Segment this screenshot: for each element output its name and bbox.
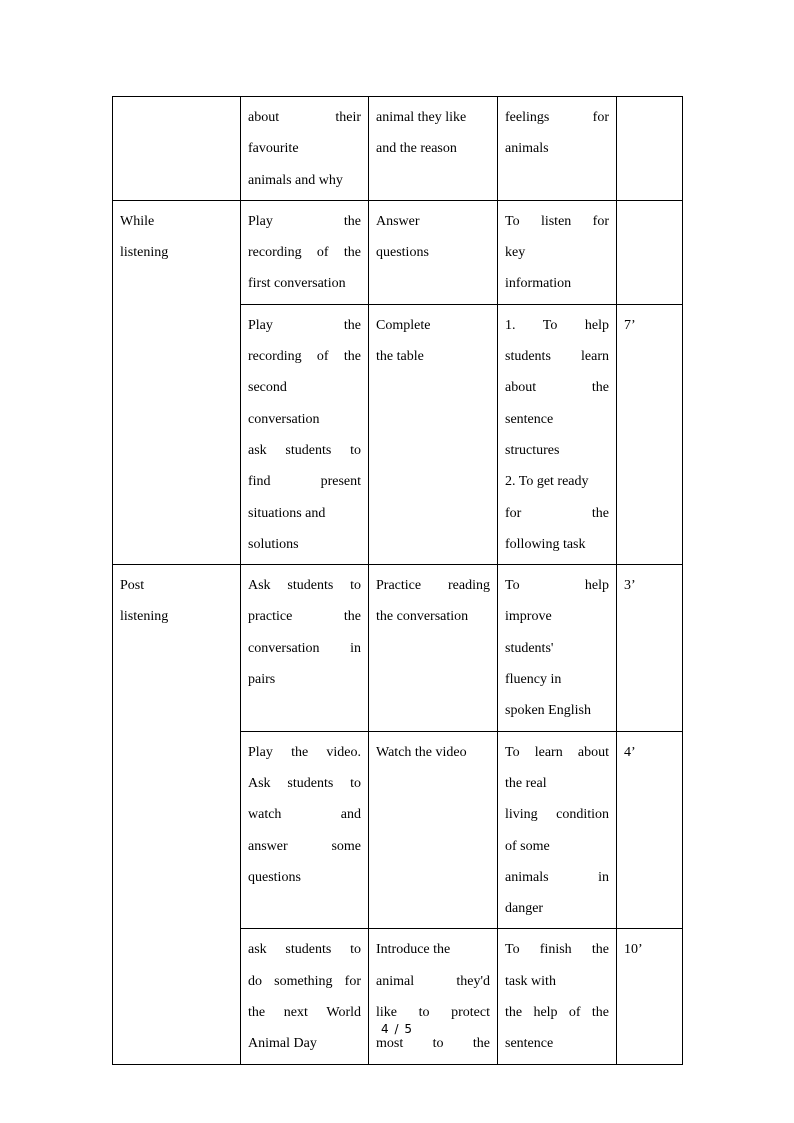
cell-text-line: questions bbox=[248, 869, 301, 885]
cell-text-line: questions bbox=[376, 245, 429, 261]
cell-text-line: listening bbox=[120, 245, 169, 261]
purpose-cell: To learn about the real living condition of… bbox=[497, 730, 617, 930]
student-activity-cell: Answer questions bbox=[368, 199, 498, 305]
cell-text-line: To help bbox=[505, 578, 609, 594]
cell-text-line: ask students to bbox=[248, 442, 361, 458]
cell-text-line: 1. To help bbox=[505, 317, 609, 333]
teacher-activity-cell: Play the recording of the first conversati… bbox=[240, 199, 369, 305]
time-cell: 7’ bbox=[616, 303, 683, 566]
teacher-activity-cell: Ask students to practice the conversation … bbox=[240, 564, 369, 732]
cell-text-line: about the bbox=[505, 380, 609, 396]
cell-text-line: structures bbox=[505, 442, 560, 458]
table-row: While listening Play the recording of the f… bbox=[112, 199, 683, 566]
teacher-activity-cell: Play the recording of the second conversati… bbox=[240, 303, 369, 566]
student-activity-cell: animal they like and the reason bbox=[368, 96, 498, 201]
purpose-cell: To listen for key information bbox=[497, 199, 617, 305]
document-page: about their favourite animals and why anim… bbox=[0, 0, 794, 1123]
time-cell bbox=[616, 199, 683, 305]
cell-text-line: for the bbox=[505, 505, 609, 521]
cell-text-line: sentence bbox=[505, 411, 554, 427]
cell-text-line: Play the bbox=[248, 317, 361, 333]
cell-text-line: the conversation bbox=[376, 609, 469, 625]
teacher-activity-cell: Play the video. Ask students to watch and a… bbox=[240, 730, 369, 930]
cell-text-line: Post bbox=[120, 578, 145, 594]
cell-text-line: the table bbox=[376, 349, 424, 365]
cell-text-line: students' bbox=[505, 640, 554, 656]
cell-text-line: Watch the video bbox=[376, 744, 467, 760]
stage-cell: Post listening bbox=[112, 564, 241, 1065]
student-activity-cell: Watch the video bbox=[368, 730, 498, 930]
cell-text-line: of some bbox=[505, 838, 550, 854]
stage-cell bbox=[112, 96, 241, 201]
cell-text-line: feelings for bbox=[505, 110, 609, 125]
cell-text-line: To learn about bbox=[505, 744, 609, 760]
teacher-activity-cell: about their favourite animals and why bbox=[240, 96, 369, 201]
student-activity-cell: Practice reading the conversation bbox=[368, 564, 498, 732]
cell-text-line: the real bbox=[505, 775, 547, 791]
purpose-cell: 1. To help students learn about the sentenc… bbox=[497, 303, 617, 566]
cell-text-line: animal they like bbox=[376, 110, 467, 125]
cell-text-line: animal they'd bbox=[376, 973, 490, 989]
time-cell: 4’ bbox=[616, 730, 683, 930]
cell-text-line: first conversation bbox=[248, 276, 346, 292]
cell-text-line: conversation bbox=[248, 411, 320, 427]
cell-text-line: solutions bbox=[248, 536, 299, 552]
cell-text-line: do something for bbox=[248, 973, 361, 989]
cell-text-line: danger bbox=[505, 901, 544, 917]
teacher-activity-cell: ask students to do something for the next … bbox=[240, 928, 369, 1065]
cell-text-line: living condition bbox=[505, 807, 609, 823]
cell-text-line: Introduce the bbox=[376, 942, 451, 958]
time-cell: 10’ bbox=[616, 928, 683, 1065]
cell-text-line: To listen for bbox=[505, 213, 609, 229]
cell-text-line: spoken English bbox=[505, 703, 591, 719]
cell-text-line: pairs bbox=[248, 672, 276, 688]
cell-text-line: second bbox=[248, 380, 287, 396]
cell-text-line: watch and bbox=[248, 807, 361, 823]
cell-text-line: task with bbox=[505, 973, 556, 989]
cell-text-line: conversation in bbox=[248, 640, 361, 656]
cell-text-line: Ask students to bbox=[248, 775, 361, 791]
time-cell bbox=[616, 96, 683, 201]
purpose-cell: To help improve students' fluency in spoken … bbox=[497, 564, 617, 732]
student-activity-cell: Complete the table bbox=[368, 303, 498, 566]
cell-text-line: following task bbox=[505, 536, 586, 552]
cell-text-line: students learn bbox=[505, 349, 609, 365]
cell-text-line: Complete bbox=[376, 317, 431, 333]
cell-text-line: Practice reading bbox=[376, 578, 490, 594]
cell-text-line: recording of the bbox=[248, 245, 361, 261]
purpose-cell: feelings for animals bbox=[497, 96, 617, 201]
cell-text-line: favourite bbox=[248, 141, 299, 157]
cell-text-line: Answer bbox=[376, 213, 420, 229]
page-number: 4 / 5 bbox=[381, 1022, 413, 1036]
cell-text-line: Play the video. bbox=[248, 744, 361, 760]
time-cell: 3’ bbox=[616, 564, 683, 732]
cell-text-line: key bbox=[505, 245, 526, 261]
student-activity-cell: Introduce the animal they'd like to protec… bbox=[368, 928, 498, 1065]
cell-text-line: listening bbox=[120, 609, 169, 625]
cell-text-line: fluency in bbox=[505, 672, 562, 688]
table-row: about their favourite animals and why anim… bbox=[112, 96, 683, 201]
cell-text-line: practice the bbox=[248, 609, 361, 625]
cell-text-line: While bbox=[120, 213, 155, 229]
cell-text-line: and the reason bbox=[376, 141, 457, 157]
table-row: Post listening Ask students to practice th… bbox=[112, 564, 683, 1065]
cell-text-line: Ask students to bbox=[248, 578, 361, 594]
cell-text-line: animals and why bbox=[248, 172, 343, 188]
stage-cell: While listening bbox=[112, 199, 241, 566]
cell-text-line: Play the bbox=[248, 213, 361, 229]
cell-text-line: 2. To get ready bbox=[505, 474, 589, 490]
cell-text-line: recording of the bbox=[248, 349, 361, 365]
cell-text-line: ask students to bbox=[248, 942, 361, 958]
cell-text-line: answer some bbox=[248, 838, 361, 854]
cell-text-line: about their bbox=[248, 110, 361, 125]
cell-text-line: animals in bbox=[505, 869, 609, 885]
cell-text-line: find present bbox=[248, 474, 361, 490]
lesson-plan-table: about their favourite animals and why anim… bbox=[112, 96, 683, 1065]
cell-text-line: animals bbox=[505, 141, 549, 157]
cell-text-line: information bbox=[505, 276, 572, 292]
cell-text-line: improve bbox=[505, 609, 552, 625]
cell-text-line: situations and bbox=[248, 505, 326, 521]
purpose-cell: To finish the task with the help of the sen… bbox=[497, 928, 617, 1065]
cell-text-line: To finish the bbox=[505, 942, 609, 958]
